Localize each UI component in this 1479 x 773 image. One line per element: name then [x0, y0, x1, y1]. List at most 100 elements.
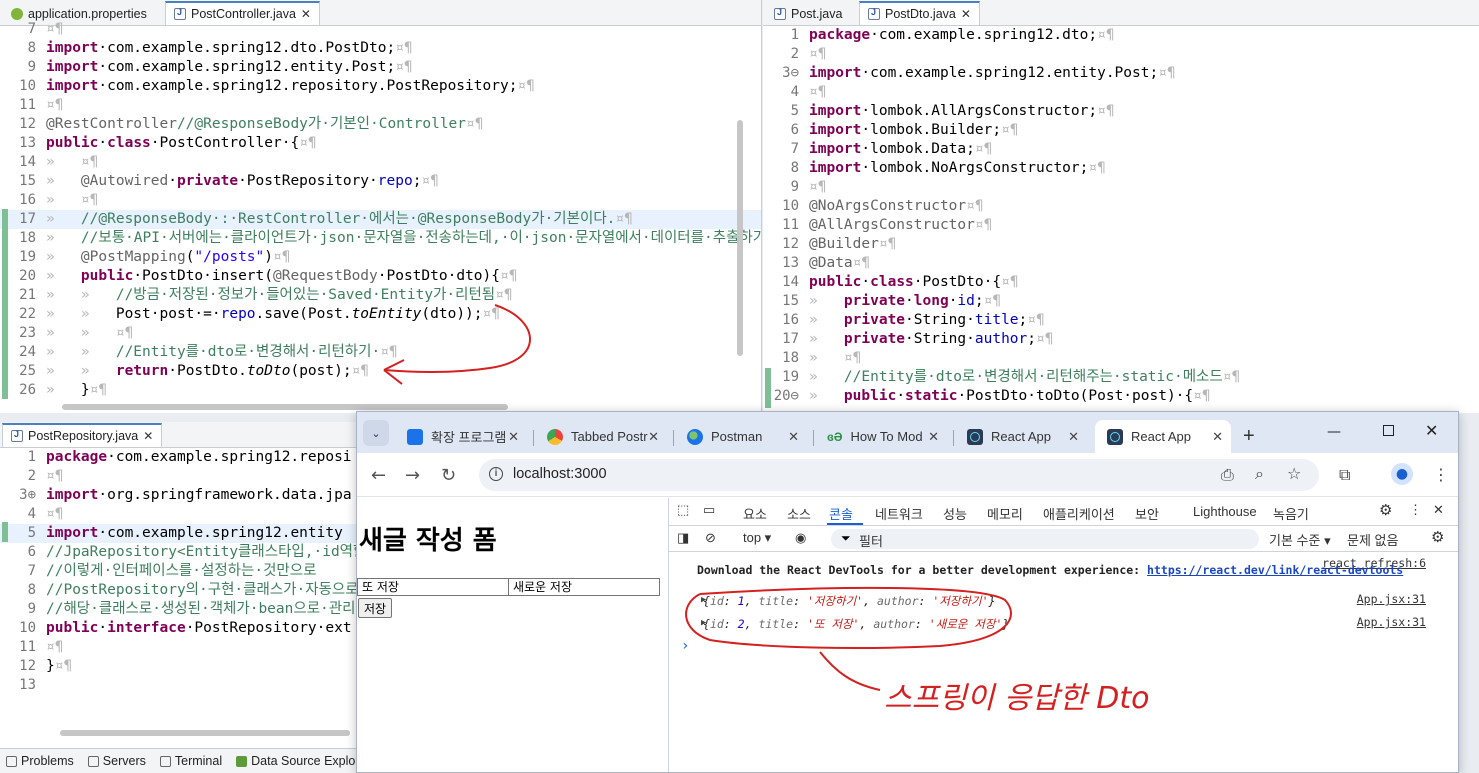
- horizontal-scrollbar[interactable]: [60, 730, 350, 736]
- close-tab-icon[interactable]: ✕: [928, 429, 939, 445]
- code-line[interactable]: 7 ¤¶: [0, 20, 761, 39]
- devtools-more-icon[interactable]: ⋮: [1409, 502, 1422, 518]
- close-tab-icon[interactable]: ✕: [788, 429, 799, 445]
- code-line[interactable]: 3⊕ import·org.springframework.data.jpa: [0, 486, 357, 505]
- close-tab-icon[interactable]: ✕: [961, 7, 971, 21]
- code-line[interactable]: 11 ¤¶: [0, 638, 357, 657]
- code-line[interactable]: 17 » private·String·author;¤¶: [763, 330, 1479, 349]
- devtools-tab-performance[interactable]: 성능: [943, 504, 967, 523]
- tab-servers[interactable]: Servers: [87, 754, 146, 768]
- close-tab-icon[interactable]: ✕: [508, 429, 519, 445]
- log-level-dropdown[interactable]: 기본 수준 ▾: [1269, 530, 1331, 549]
- title-input[interactable]: 또 저장: [357, 578, 509, 596]
- browser-tab-tabbed-postman[interactable]: Tabbed Postr ✕: [535, 420, 667, 453]
- devtools-tab-memory[interactable]: 메모리: [987, 504, 1023, 523]
- devtools-tab-security[interactable]: 보안: [1135, 504, 1159, 523]
- code-line[interactable]: 4 ¤¶: [0, 505, 357, 524]
- code-area[interactable]: 1 package·com.example.spring12.dto;¤¶ 2 ¤¶ 3…: [763, 26, 1479, 406]
- log-source-link[interactable]: App.jsx:31: [1357, 615, 1426, 629]
- browser-tab-extensions[interactable]: 확장 프로그램 ✕: [395, 420, 527, 453]
- console-log-object[interactable]: {id: 1, title: '저장하기', author: '저장하기'}: [703, 593, 995, 609]
- code-line[interactable]: 7 import·lombok.Data;¤¶: [763, 140, 1479, 159]
- code-area[interactable]: 7 ¤¶ 8 import·com.example.spring12.dto.Post…: [0, 20, 761, 400]
- issues-counter[interactable]: 문제 없음: [1347, 530, 1398, 549]
- context-selector[interactable]: top ▾: [743, 530, 771, 546]
- devtools-tab-application[interactable]: 애플리케이션: [1043, 504, 1115, 523]
- code-line[interactable]: 2 ¤¶: [763, 45, 1479, 64]
- close-tab-icon[interactable]: ✕: [648, 429, 659, 445]
- code-line[interactable]: 12 @RestController//@ResponseBody가·기본인·Co…: [0, 115, 761, 134]
- horizontal-scrollbar[interactable]: [62, 404, 508, 410]
- inspect-element-icon[interactable]: ⬚: [677, 502, 689, 518]
- code-line[interactable]: 1 package·com.example.spring12.dto;¤¶: [763, 26, 1479, 45]
- code-line[interactable]: 2 ¤¶: [0, 467, 357, 486]
- site-info-icon[interactable]: i: [489, 467, 503, 481]
- save-button[interactable]: 저장: [358, 598, 393, 618]
- code-line[interactable]: 21» » //방금·저장된·정보가·들어있는·Saved·Entity가·리턴…: [0, 286, 761, 305]
- tab-dropdown-button[interactable]: ⌄: [363, 420, 389, 446]
- code-line[interactable]: 8 //PostRepository의·구현·클래스가·자동으로: [0, 581, 357, 600]
- devtools-tab-lighthouse[interactable]: Lighthouse: [1193, 504, 1257, 519]
- browser-tab-how-to-mod[interactable]: ɞƏ How To Mod ✕: [815, 420, 947, 453]
- back-icon[interactable]: ←: [371, 465, 386, 486]
- forward-icon[interactable]: →: [405, 465, 420, 486]
- close-tab-icon[interactable]: ✕: [1212, 429, 1223, 445]
- devtools-tab-console[interactable]: 콘솔: [829, 504, 853, 523]
- code-line[interactable]: 20» public·PostDto·insert(@RequestBody·P…: [0, 267, 761, 286]
- code-line[interactable]: 5 import·lombok.AllArgsConstructor;¤¶: [763, 102, 1479, 121]
- vertical-scrollbar[interactable]: [737, 120, 743, 356]
- clear-console-icon[interactable]: ⊘: [705, 530, 716, 546]
- browser-tab-react-app-1[interactable]: React App ✕: [955, 420, 1087, 453]
- code-line[interactable]: 19» //Entity를·dto로·변경해서·리턴해주는·static·메소드…: [763, 368, 1479, 387]
- log-source-link[interactable]: App.jsx:31: [1357, 592, 1426, 606]
- browser-tab-react-app-active[interactable]: React App ✕: [1095, 420, 1231, 453]
- code-line[interactable]: 9 //해당·클래스로·생성된·객체가·bean으로·관리된다: [0, 600, 357, 619]
- devtools-tab-sources[interactable]: 소스: [787, 504, 811, 523]
- tab-post-dto[interactable]: PostDto.java ✕: [859, 1, 980, 25]
- post-repository-editor[interactable]: PostRepository.java ✕ 1 package·com.examp…: [0, 422, 358, 748]
- code-line[interactable]: 16 » private·String·title;¤¶: [763, 311, 1479, 330]
- code-line[interactable]: 6 //JpaRepository<Entity클래스타입,·id역할: [0, 543, 357, 562]
- devtools-tab-elements[interactable]: 요소: [743, 504, 767, 523]
- console-settings-gear-icon[interactable]: ⚙: [1431, 528, 1444, 546]
- code-line[interactable]: 5 import·com.example.spring12.entity: [0, 524, 357, 543]
- tab-terminal[interactable]: Terminal: [159, 754, 222, 768]
- tab-data-source-explorer[interactable]: Data Source Explore: [236, 754, 366, 768]
- maximize-icon[interactable]: [1383, 425, 1394, 436]
- code-line[interactable]: 13 public·class·PostController·{¤¶: [0, 134, 761, 153]
- react-devtools-link[interactable]: https://react.dev/link/react-devtools: [1147, 563, 1403, 577]
- close-tab-icon[interactable]: ✕: [301, 7, 311, 21]
- code-line[interactable]: 11 ¤¶: [0, 96, 761, 115]
- tab-problems[interactable]: Problems: [6, 754, 74, 768]
- bookmark-star-icon[interactable]: ☆: [1287, 464, 1301, 483]
- code-line[interactable]: 11 @AllArgsConstructor¤¶: [763, 216, 1479, 235]
- code-line[interactable]: 3⊖ import·com.example.spring12.entity.Pos…: [763, 64, 1479, 83]
- code-line[interactable]: 8 import·com.example.spring12.dto.PostDto…: [0, 39, 761, 58]
- console-filter-input[interactable]: ⏷ 필터: [831, 529, 1259, 549]
- code-line[interactable]: 4 ¤¶: [763, 83, 1479, 102]
- code-line[interactable]: 18» //보통·API·서버에는·클라이언트가·json·문자열을·전송하는데…: [0, 229, 761, 248]
- code-line[interactable]: 14 » ¤¶: [0, 153, 761, 172]
- code-line[interactable]: 9 ¤¶: [763, 178, 1479, 197]
- code-line[interactable]: 9 import·com.example.spring12.entity.Post…: [0, 58, 761, 77]
- author-input[interactable]: 새로운 저장: [508, 578, 660, 596]
- code-line[interactable]: 26» }¤¶: [0, 381, 761, 400]
- code-line[interactable]: 1 package·com.example.spring12.reposi: [0, 448, 357, 467]
- console-prompt[interactable]: ›: [681, 638, 689, 654]
- tab-post-java[interactable]: Post.java: [765, 1, 859, 25]
- code-line[interactable]: 7 //이렇게·인터페이스를·설정하는·것만으로: [0, 562, 357, 581]
- console-output[interactable]: react_refresh:6 Download the React DevTo…: [669, 554, 1458, 772]
- close-tab-icon[interactable]: ✕: [1068, 429, 1079, 445]
- code-line[interactable]: 16 » ¤¶: [0, 191, 761, 210]
- code-line[interactable]: 23» » ¤¶: [0, 324, 761, 343]
- code-line[interactable]: 8 import·lombok.NoArgsConstructor;¤¶: [763, 159, 1479, 178]
- code-area[interactable]: 1 package·com.example.spring12.reposi 2 ¤¶ 3…: [0, 448, 357, 695]
- code-line[interactable]: 10 import·com.example.spring12.repository…: [0, 77, 761, 96]
- code-line[interactable]: 14 public·class·PostDto·{¤¶: [763, 273, 1479, 292]
- sidebar-toggle-icon[interactable]: ◨: [677, 530, 689, 546]
- post-dto-editor[interactable]: Post.java PostDto.java ✕ 1 package·com.ex…: [763, 0, 1479, 413]
- devtools-tab-network[interactable]: 네트워크: [875, 504, 923, 523]
- code-line[interactable]: 24» » //Entity를·dto로·변경해서·리턴하기·¤¶: [0, 343, 761, 362]
- extensions-puzzle-icon[interactable]: ⧉: [1339, 465, 1350, 485]
- post-controller-editor[interactable]: application.properties PostController.ja…: [0, 0, 762, 413]
